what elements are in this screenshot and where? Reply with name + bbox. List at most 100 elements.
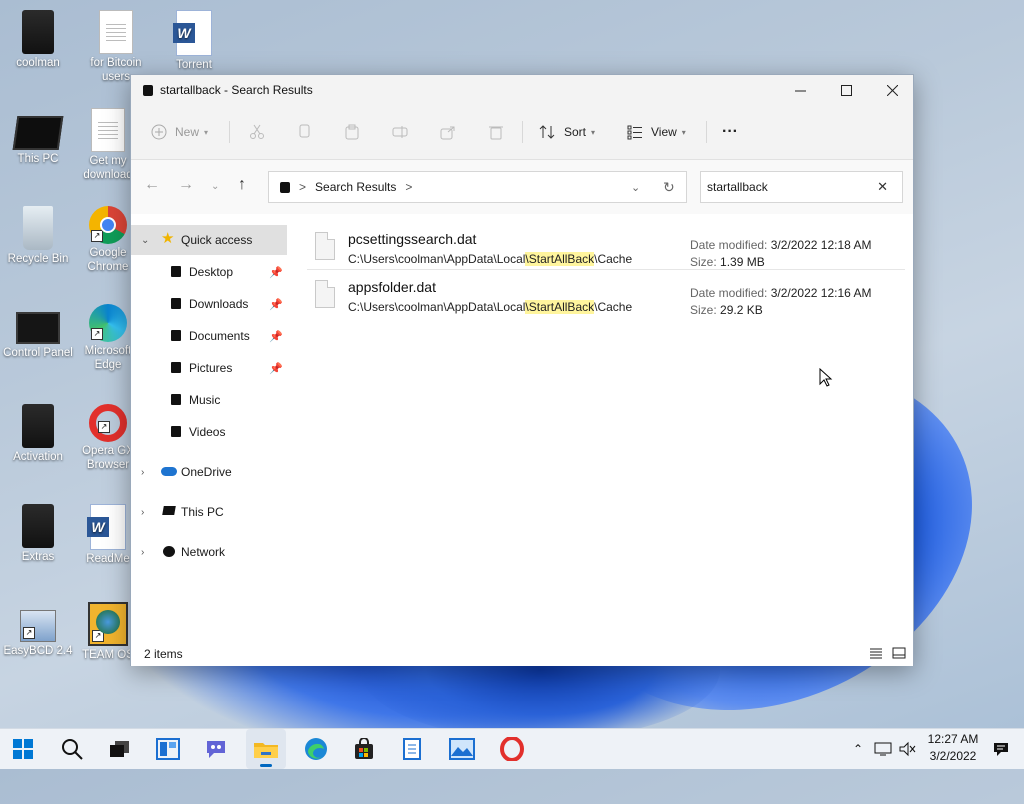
search-results-icon bbox=[143, 84, 153, 96]
taskbar-clock[interactable]: 12:27 AM 3/2/2022 bbox=[918, 731, 988, 765]
recent-locations-button[interactable]: ⌄ bbox=[211, 181, 219, 192]
result-item[interactable]: pcsettingssearch.dat C:\Users\coolman\Ap… bbox=[307, 222, 905, 269]
view-label: View bbox=[651, 125, 677, 139]
address-bar[interactable]: > Search Results > ⌄ ↻ bbox=[268, 171, 687, 203]
desktop-icon-readme[interactable]: W ReadMe bbox=[80, 504, 136, 570]
widgets-button[interactable] bbox=[148, 729, 188, 769]
nav-item-documents[interactable]: Documents 📌 bbox=[131, 321, 287, 351]
desktop-icon-google-chrome[interactable]: ↗ Google Chrome bbox=[80, 206, 136, 288]
nav-this-pc[interactable]: › This PC bbox=[131, 497, 287, 527]
edge-taskbar-button[interactable] bbox=[296, 729, 336, 769]
notepad-taskbar-button[interactable] bbox=[392, 729, 432, 769]
pictures-folder-icon bbox=[171, 362, 181, 373]
text-file-icon bbox=[99, 10, 133, 54]
volume-button[interactable] bbox=[896, 729, 918, 769]
desktop-icon-label: coolman bbox=[16, 57, 60, 69]
copy-button[interactable] bbox=[297, 105, 313, 159]
nav-label: Pictures bbox=[189, 361, 233, 375]
desktop-icon-extras[interactable]: Extras bbox=[2, 504, 74, 564]
chevron-down-icon: ▾ bbox=[681, 127, 686, 137]
file-size: Size: 29.2 KB bbox=[690, 303, 763, 317]
show-hidden-icons-button[interactable]: ⌃ bbox=[848, 729, 868, 769]
nav-item-desktop[interactable]: Desktop 📌 bbox=[131, 257, 287, 287]
task-view-button[interactable] bbox=[100, 729, 140, 769]
result-item[interactable]: appsfolder.dat C:\Users\coolman\AppData\… bbox=[307, 270, 905, 317]
chat-button[interactable] bbox=[196, 729, 236, 769]
chrome-icon: ↗ bbox=[89, 206, 127, 244]
mouse-cursor-icon bbox=[819, 368, 833, 387]
desktop-icon-for-bitcoin-users[interactable]: for Bitcoin users bbox=[80, 10, 152, 84]
toolbar-divider bbox=[229, 121, 230, 143]
desktop-icon-this-pc[interactable]: This PC bbox=[2, 108, 74, 166]
notifications-button[interactable] bbox=[990, 729, 1012, 769]
notepad-icon bbox=[403, 738, 421, 760]
start-button[interactable] bbox=[3, 729, 43, 769]
new-button[interactable]: New ▾ bbox=[151, 105, 208, 159]
desktop-icon-torrent[interactable]: W Torrent bbox=[158, 10, 230, 72]
desktop-icon-label: Activation bbox=[13, 451, 63, 463]
clock-time: 12:27 AM bbox=[927, 732, 979, 746]
store-icon bbox=[355, 738, 373, 759]
trash-icon bbox=[489, 126, 503, 140]
details-view-button[interactable] bbox=[869, 647, 883, 662]
back-button[interactable]: ← bbox=[144, 176, 160, 194]
desktop-icon-opera-gx[interactable]: ↗ Opera GX Browser bbox=[80, 404, 136, 486]
file-path: C:\Users\coolman\AppData\Local\StartAllB… bbox=[348, 252, 633, 266]
desktop-icon-coolman[interactable]: coolman bbox=[2, 10, 74, 70]
more-options-button[interactable]: ··· bbox=[722, 105, 738, 159]
network-status-button[interactable] bbox=[872, 729, 894, 769]
nav-item-music[interactable]: Music bbox=[131, 385, 287, 415]
desktop-icon-easybcd[interactable]: ↗ EasyBCD 2.4 bbox=[2, 602, 74, 658]
star-icon: ★ bbox=[161, 230, 175, 247]
nav-onedrive[interactable]: › OneDrive bbox=[131, 457, 287, 487]
sort-button[interactable]: Sort ▾ bbox=[539, 105, 595, 159]
nav-label: Documents bbox=[189, 329, 250, 343]
nav-label: Downloads bbox=[189, 297, 249, 311]
file-explorer-taskbar-button[interactable] bbox=[246, 729, 286, 769]
up-button[interactable]: ↑ bbox=[238, 176, 246, 194]
tiles-view-button[interactable] bbox=[892, 647, 906, 662]
desktop-icon-get-my-download[interactable]: Get my download bbox=[80, 108, 136, 188]
clock-date: 3/2/2022 bbox=[929, 749, 977, 763]
desktop-icon-activation[interactable]: Activation bbox=[2, 404, 74, 464]
photos-taskbar-button[interactable] bbox=[442, 729, 482, 769]
close-button[interactable] bbox=[869, 75, 915, 105]
address-history-dropdown[interactable]: ⌄ bbox=[631, 181, 640, 194]
taskbar-search-button[interactable] bbox=[52, 729, 92, 769]
desktop-icon-label: Recycle Bin bbox=[7, 253, 69, 265]
clear-search-icon[interactable]: ✕ bbox=[877, 179, 888, 195]
refresh-icon[interactable]: ↻ bbox=[663, 179, 675, 196]
forward-button[interactable]: → bbox=[178, 176, 194, 194]
new-label: New bbox=[175, 125, 200, 139]
rename-button[interactable] bbox=[392, 105, 408, 159]
nav-quick-access[interactable]: ⌄ ★ Quick access bbox=[131, 225, 287, 255]
title-bar[interactable]: startallback - Search Results bbox=[131, 75, 913, 105]
minimize-button[interactable] bbox=[777, 75, 823, 105]
delete-button[interactable] bbox=[488, 105, 504, 159]
nav-item-videos[interactable]: Videos bbox=[131, 417, 287, 447]
nav-network[interactable]: › Network bbox=[131, 537, 287, 567]
widgets-icon bbox=[156, 738, 180, 760]
desktop-icon-control-panel[interactable]: Control Panel bbox=[2, 304, 74, 360]
paste-button[interactable] bbox=[344, 105, 360, 159]
view-button[interactable]: View ▾ bbox=[627, 105, 686, 159]
nav-item-pictures[interactable]: Pictures 📌 bbox=[131, 353, 287, 383]
breadcrumb-search-results[interactable]: Search Results bbox=[315, 180, 396, 194]
store-taskbar-button[interactable] bbox=[344, 729, 384, 769]
desktop-icon-team-os[interactable]: ↗ TEAM OS bbox=[80, 602, 136, 668]
search-input[interactable]: startallback bbox=[707, 180, 768, 194]
command-bar: New ▾ Sort ▾ View ▾ ··· bbox=[131, 105, 913, 160]
status-bar: 2 items bbox=[131, 642, 913, 666]
desktop-icon-recycle-bin[interactable]: Recycle Bin bbox=[2, 206, 74, 266]
pin-icon: 📌 bbox=[269, 266, 283, 279]
search-box[interactable]: startallback ✕ bbox=[700, 171, 903, 203]
nav-item-downloads[interactable]: Downloads 📌 bbox=[131, 289, 287, 319]
cut-button[interactable] bbox=[249, 105, 265, 159]
breadcrumb-separator: > bbox=[299, 180, 307, 194]
share-button[interactable] bbox=[440, 105, 456, 159]
maximize-button[interactable] bbox=[823, 75, 869, 105]
desktop-icon-microsoft-edge[interactable]: ↗ Microsoft Edge bbox=[80, 304, 136, 386]
chevron-right-icon: › bbox=[141, 466, 145, 478]
opera-taskbar-button[interactable] bbox=[492, 729, 532, 769]
opera-icon bbox=[500, 737, 524, 761]
